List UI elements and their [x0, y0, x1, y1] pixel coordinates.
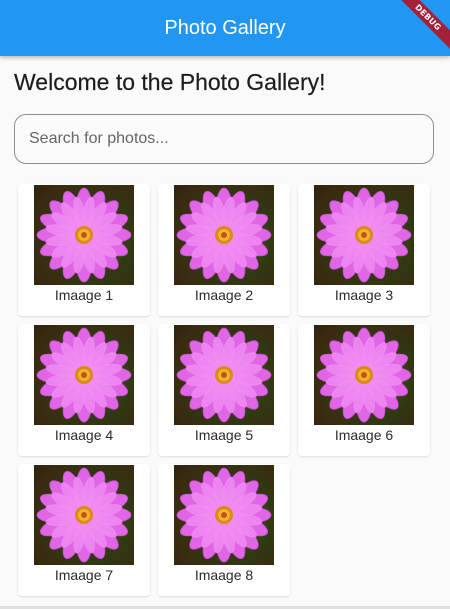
gallery-tile[interactable]: Imaage 3: [298, 184, 430, 316]
app-title: Photo Gallery: [164, 16, 286, 39]
page-heading: Welcome to the Photo Gallery!: [14, 69, 326, 95]
flower-photo-icon: [314, 185, 414, 285]
flower-photo-icon: [174, 325, 274, 425]
tile-caption: Imaage 4: [54, 427, 114, 443]
gallery-tile[interactable]: Imaage 2: [158, 184, 290, 316]
flower-photo-icon: [174, 185, 274, 285]
tile-caption: Imaage 6: [334, 427, 394, 443]
tile-caption: Imaage 3: [334, 287, 394, 303]
tile-caption: Imaage 2: [194, 287, 254, 303]
gallery-tile[interactable]: Imaage 7: [18, 464, 150, 596]
search-input[interactable]: [27, 129, 433, 149]
gallery-tile[interactable]: Imaage 5: [158, 324, 290, 456]
flower-photo-icon: [174, 465, 274, 565]
search-field[interactable]: [14, 114, 434, 164]
gallery-tile[interactable]: Imaage 6: [298, 324, 430, 456]
app-bar: Photo Gallery DEBUG: [0, 0, 450, 56]
flower-photo-icon: [34, 465, 134, 565]
gallery-tile[interactable]: Imaage 4: [18, 324, 150, 456]
flower-photo-icon: [314, 325, 414, 425]
tile-caption: Imaage 7: [54, 567, 114, 583]
tile-caption: Imaage 8: [194, 567, 254, 583]
tile-caption: Imaage 1: [54, 287, 114, 303]
flower-photo-icon: [34, 185, 134, 285]
flower-photo-icon: [34, 325, 134, 425]
debug-banner: DEBUG: [390, 0, 450, 55]
photo-grid: Imaage 1 Imaage 2 Imaage 3 Imaage 4 Imaa…: [18, 184, 430, 596]
tile-caption: Imaage 5: [194, 427, 254, 443]
gallery-tile[interactable]: Imaage 8: [158, 464, 290, 596]
gallery-tile[interactable]: Imaage 1: [18, 184, 150, 316]
